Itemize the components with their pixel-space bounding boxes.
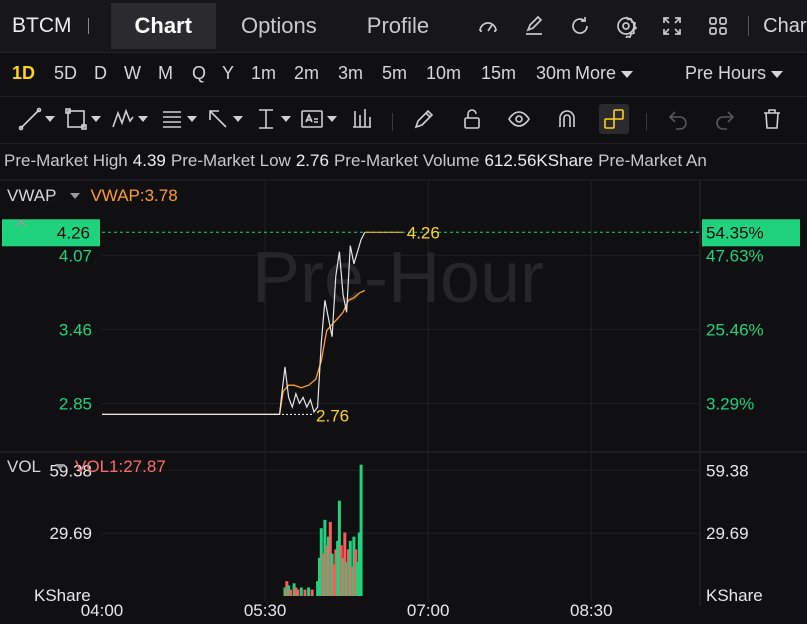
price-chart[interactable]: Pre-Hour 4.262.76 04:00 05:30 07:00 08:304.… [0, 0, 807, 624]
vol-value: VOL1:27.87 [75, 457, 166, 476]
high-marker-label: 4.26 [407, 223, 440, 242]
volume-indicator[interactable]: VOL VOL1:27.87 [7, 457, 166, 477]
x-tick-label: 07:00 [407, 601, 450, 620]
pct-tick-label: 25.46% [706, 320, 764, 339]
volume-unit-label: KShare [706, 586, 763, 605]
vwap-indicator[interactable]: VWAP VWAP:3.78 [7, 186, 178, 206]
volume-bar [303, 589, 307, 596]
chart-watermark: Pre-Hour [252, 238, 544, 318]
chevron-down-icon[interactable] [70, 193, 81, 199]
pct-tick-label: 47.63% [706, 246, 764, 265]
chevron-up-icon[interactable] [14, 218, 28, 228]
volume-tick-label: 29.69 [706, 524, 749, 543]
price-tick-label: 2.85 [59, 394, 92, 413]
current-pct-value: 54.35% [706, 223, 764, 242]
current-price-value: 4.26 [57, 223, 90, 242]
vol-name: VOL [7, 457, 42, 476]
low-marker-label: 2.76 [316, 406, 349, 425]
pct-tick-label: 3.29% [706, 394, 754, 413]
x-tick-label: 08:30 [570, 601, 613, 620]
vwap-value: VWAP:3.78 [90, 186, 178, 205]
price-tick-label: 3.46 [59, 320, 92, 339]
volume-bar [307, 587, 311, 596]
x-tick-label: 05:30 [244, 601, 287, 620]
volume-bar [289, 589, 292, 596]
chevron-down-icon[interactable] [55, 464, 66, 470]
volume-tick-label: 59.38 [706, 461, 749, 480]
volume-unit-label: KShare [34, 586, 91, 605]
price-tick-label: 4.07 [59, 246, 92, 265]
volume-bars [283, 464, 363, 596]
volume-bar [299, 587, 303, 596]
volume-bar [296, 589, 300, 596]
volume-bar [359, 464, 363, 596]
volume-bar [310, 589, 314, 596]
vwap-name: VWAP [7, 186, 57, 205]
volume-tick-label: 29.69 [49, 524, 92, 543]
